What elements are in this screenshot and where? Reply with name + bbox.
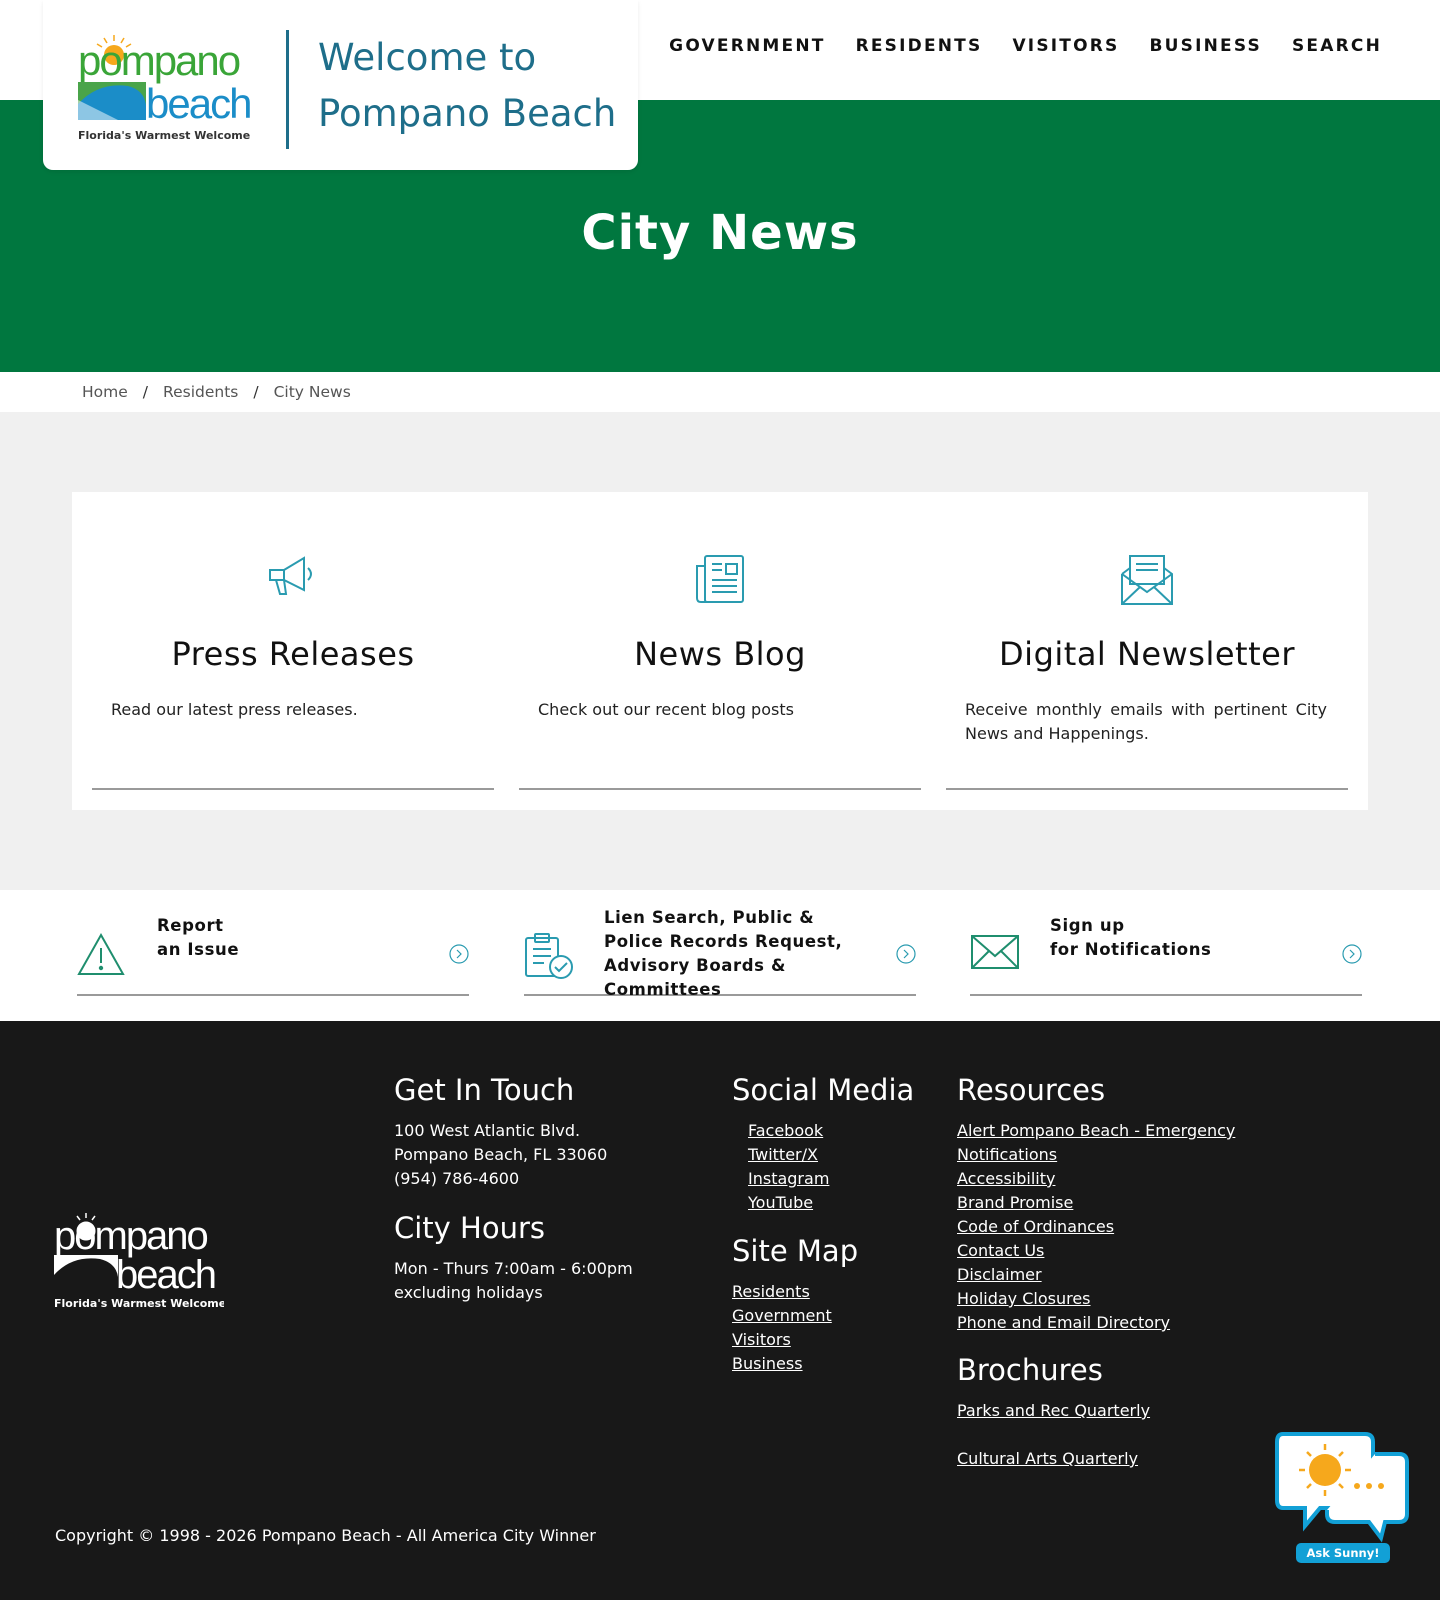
resources-links: Alert Pompano Beach - Emergency Notifica…	[957, 1119, 1247, 1335]
quick-link-label: Sign up for Notifications	[1050, 914, 1211, 962]
welcome-heading: Welcome to Pompano Beach	[318, 36, 617, 135]
address-line: Pompano Beach, FL 33060	[394, 1145, 608, 1164]
news-cards-panel: Press Releases Read our latest press rel…	[72, 492, 1368, 810]
brand-promise-link[interactable]: Brand Promise	[957, 1191, 1247, 1215]
get-in-touch-heading: Get In Touch	[394, 1073, 575, 1107]
card-news-blog[interactable]: News Blog Check out our recent blog post…	[519, 492, 921, 790]
news-section: Press Releases Read our latest press rel…	[0, 412, 1440, 890]
clipboard-check-icon	[524, 932, 574, 984]
footer-logo-word-beach: beach	[116, 1253, 215, 1297]
footer-logo-word-pompano: pompano	[54, 1214, 208, 1258]
megaphone-icon	[92, 554, 494, 604]
nav-business[interactable]: BUSINESS	[1149, 36, 1262, 56]
quick-link-label-line: Report	[157, 916, 224, 935]
nav-visitors[interactable]: VISITORS	[1012, 36, 1119, 56]
contact-info: 100 West Atlantic Blvd. Pompano Beach, F…	[394, 1119, 607, 1191]
quick-link-notifications[interactable]: Sign up for Notifications	[970, 916, 1362, 996]
address-line: 100 West Atlantic Blvd.	[394, 1121, 581, 1140]
quick-link-label-line: an Issue	[157, 940, 240, 959]
card-digital-newsletter[interactable]: Digital Newsletter Receive monthly email…	[946, 492, 1348, 790]
quick-link-lien-search[interactable]: Lien Search, Public & Police Records Req…	[524, 908, 916, 999]
logo-card: pompano beach Florida's Warmest Welcome …	[43, 0, 638, 170]
sitemap-government-link[interactable]: Government	[732, 1304, 832, 1328]
quick-link-label: Report an Issue	[157, 914, 239, 962]
logo-word-beach: beach	[146, 80, 250, 127]
site-map-links: Residents Government Visitors Business	[732, 1280, 832, 1376]
chevron-right-icon[interactable]	[449, 944, 469, 968]
card-text: Read our latest press releases.	[111, 700, 358, 719]
twitter-link[interactable]: Twitter/X	[748, 1143, 829, 1167]
phone-directory-link[interactable]: Phone and Email Directory	[957, 1311, 1247, 1335]
parks-rec-link[interactable]: Parks and Rec Quarterly	[957, 1399, 1150, 1423]
nav-residents[interactable]: RESIDENTS	[856, 36, 983, 56]
brochures-links: Parks and Rec Quarterly Cultural Arts Qu…	[957, 1399, 1150, 1471]
card-text: Check out our recent blog posts	[538, 700, 794, 719]
logo-tagline: Florida's Warmest Welcome	[78, 129, 250, 142]
hours-line: excluding holidays	[394, 1283, 543, 1302]
social-links: Facebook Twitter/X Instagram YouTube	[748, 1119, 829, 1215]
nav-search[interactable]: SEARCH	[1292, 36, 1382, 56]
holiday-closures-link[interactable]: Holiday Closures	[957, 1287, 1247, 1311]
quick-link-label-line: Sign up	[1050, 916, 1125, 935]
social-media-heading: Social Media	[732, 1073, 915, 1107]
disclaimer-link[interactable]: Disclaimer	[957, 1263, 1247, 1287]
breadcrumb-current: City News	[273, 383, 351, 401]
main-nav: GOVERNMENT RESIDENTS VISITORS BUSINESS S…	[669, 36, 1382, 56]
page-title: City News	[581, 205, 859, 261]
footer-logo[interactable]: pompano beach Florida's Warmest Welcome	[54, 1209, 224, 1314]
copyright: Copyright © 1998 - 2026 Pompano Beach - …	[55, 1526, 596, 1545]
logo-word-pompano: pompano	[78, 37, 240, 84]
card-title: Digital Newsletter	[999, 635, 1295, 673]
quick-link-label-line: for Notifications	[1050, 940, 1212, 959]
card-text: Receive monthly emails with pertinent Ci…	[965, 700, 1327, 743]
footer-logo-tagline: Florida's Warmest Welcome	[54, 1297, 224, 1310]
phone-number[interactable]: (954) 786-4600	[394, 1167, 607, 1191]
city-hours-heading: City Hours	[394, 1211, 546, 1245]
card-title: News Blog	[634, 635, 806, 673]
sitemap-visitors-link[interactable]: Visitors	[732, 1328, 832, 1352]
fish-icon	[54, 1255, 118, 1289]
breadcrumb-residents[interactable]: Residents	[163, 383, 238, 401]
card-press-releases[interactable]: Press Releases Read our latest press rel…	[92, 492, 494, 790]
quick-links: Report an Issue Lien Search, Public & Po…	[0, 890, 1440, 1021]
contact-us-link[interactable]: Contact Us	[957, 1239, 1247, 1263]
envelope-letter-icon	[946, 554, 1348, 610]
ask-sunny-button[interactable]: Ask Sunny!	[1296, 1543, 1390, 1563]
facebook-link[interactable]: Facebook	[748, 1119, 829, 1143]
breadcrumb-home[interactable]: Home	[82, 383, 128, 401]
nav-government[interactable]: GOVERNMENT	[669, 36, 825, 56]
breadcrumb-separator: /	[253, 383, 259, 401]
alert-link[interactable]: Alert Pompano Beach - Emergency Notifica…	[957, 1119, 1247, 1167]
instagram-link[interactable]: Instagram	[748, 1167, 829, 1191]
chevron-right-icon[interactable]	[1342, 944, 1362, 968]
pompano-beach-logo[interactable]: pompano beach Florida's Warmest Welcome	[78, 30, 253, 145]
quick-link-label: Lien Search, Public & Police Records Req…	[604, 908, 843, 999]
accessibility-link[interactable]: Accessibility	[957, 1167, 1247, 1191]
hours-line: Mon - Thurs 7:00am - 6:00pm	[394, 1259, 633, 1278]
breadcrumb-separator: /	[142, 383, 149, 401]
sitemap-residents-link[interactable]: Residents	[732, 1280, 832, 1304]
mail-icon	[970, 932, 1020, 976]
warning-icon	[77, 932, 125, 980]
newspaper-icon	[519, 554, 921, 608]
quick-link-report-issue[interactable]: Report an Issue	[77, 916, 469, 996]
card-title: Press Releases	[171, 635, 415, 673]
resources-heading: Resources	[957, 1073, 1106, 1107]
fish-icon	[78, 82, 146, 120]
brochures-heading: Brochures	[957, 1353, 1103, 1387]
site-footer: pompano beach Florida's Warmest Welcome …	[0, 1021, 1440, 1600]
code-of-ordinances-link[interactable]: Code of Ordinances	[957, 1215, 1247, 1239]
youtube-link[interactable]: YouTube	[748, 1191, 829, 1215]
chevron-right-icon[interactable]	[896, 944, 916, 968]
city-hours-info: Mon - Thurs 7:00am - 6:00pm excluding ho…	[394, 1257, 633, 1305]
breadcrumb: Home / Residents / City News	[0, 372, 1440, 412]
sitemap-business-link[interactable]: Business	[732, 1352, 832, 1376]
logo-divider	[286, 30, 289, 149]
site-map-heading: Site Map	[732, 1234, 859, 1268]
cultural-arts-link[interactable]: Cultural Arts Quarterly	[957, 1447, 1150, 1471]
